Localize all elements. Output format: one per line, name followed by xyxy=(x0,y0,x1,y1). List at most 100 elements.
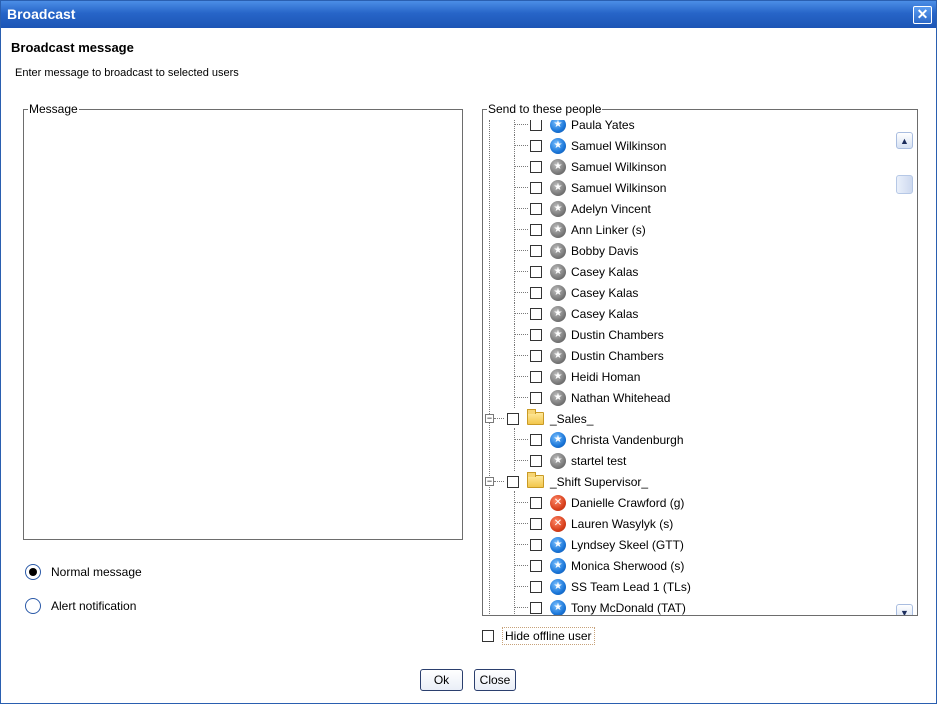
tree-connector xyxy=(514,145,528,146)
user-status-icon: ★ xyxy=(550,137,566,154)
checkbox[interactable] xyxy=(530,328,542,341)
checkbox[interactable] xyxy=(530,160,542,173)
user-row[interactable]: ★ Dustin Chambers xyxy=(530,324,664,345)
tree-connector xyxy=(514,292,528,293)
checkbox[interactable] xyxy=(530,370,542,383)
group-row[interactable]: _Sales_ xyxy=(507,408,593,429)
user-row[interactable]: ★ Adelyn Vincent xyxy=(530,198,651,219)
checkbox[interactable] xyxy=(507,412,519,425)
close-button[interactable]: Close xyxy=(474,669,516,691)
checkbox[interactable] xyxy=(530,559,542,572)
scroll-up-icon[interactable]: ▲ xyxy=(896,132,913,149)
user-name: Paula Yates xyxy=(571,120,635,132)
radio-button[interactable] xyxy=(25,564,41,580)
user-row[interactable]: ★ Monica Sherwood (s) xyxy=(530,555,684,576)
alert-notification-radio[interactable]: Alert notification xyxy=(25,598,136,614)
tree-connector xyxy=(514,229,528,230)
user-row[interactable]: ★ Lyndsey Skeel (GTT) xyxy=(530,534,684,555)
checkbox[interactable] xyxy=(530,244,542,257)
close-icon[interactable]: ✕ xyxy=(913,6,932,24)
checkbox[interactable] xyxy=(530,433,542,446)
tree-connector xyxy=(514,166,528,167)
user-status-icon: ★ xyxy=(550,536,566,553)
checkbox[interactable] xyxy=(482,630,494,642)
user-row[interactable]: ★ Casey Kalas xyxy=(530,303,638,324)
user-row[interactable]: ★ SS Team Lead 1 (TLs) xyxy=(530,576,691,597)
checkbox[interactable] xyxy=(530,120,542,131)
checkbox[interactable] xyxy=(530,517,542,530)
message-textarea[interactable] xyxy=(24,124,462,539)
user-row[interactable]: ★ Samuel Wilkinson xyxy=(530,156,666,177)
tree-guide-line xyxy=(514,596,515,615)
collapse-icon[interactable]: − xyxy=(485,414,494,423)
user-name: Heidi Homan xyxy=(571,369,641,384)
checkbox[interactable] xyxy=(530,307,542,320)
user-row[interactable]: ★ Paula Yates xyxy=(530,120,635,135)
group-row[interactable]: _Shift Supervisor_ xyxy=(507,471,648,492)
checkbox[interactable] xyxy=(530,349,542,362)
user-status-icon: ★ xyxy=(550,347,566,364)
user-row[interactable]: ★ startel test xyxy=(530,450,626,471)
tree-scrollbar[interactable]: ▲ ▼ xyxy=(894,120,916,615)
title-bar[interactable]: Broadcast ✕ xyxy=(1,1,936,28)
dialog-heading: Broadcast message xyxy=(11,40,134,55)
checkbox[interactable] xyxy=(530,454,542,467)
user-status-icon: ★ xyxy=(550,599,566,615)
checkbox[interactable] xyxy=(530,223,542,236)
checkbox[interactable] xyxy=(530,580,542,593)
user-name: Samuel Wilkinson xyxy=(571,180,667,195)
checkbox[interactable] xyxy=(530,181,542,194)
user-name: Samuel Wilkinson xyxy=(571,138,667,153)
broadcast-dialog: Broadcast ✕ Broadcast message Enter mess… xyxy=(0,0,937,704)
checkbox[interactable] xyxy=(530,286,542,299)
collapse-icon[interactable]: − xyxy=(485,477,494,486)
checkbox[interactable] xyxy=(530,139,542,152)
group-name: _Sales_ xyxy=(550,411,594,426)
normal-message-radio[interactable]: Normal message xyxy=(25,564,142,580)
tree-connector xyxy=(514,544,528,545)
user-row[interactable]: ★ Samuel Wilkinson xyxy=(530,177,666,198)
tree-connector xyxy=(514,250,528,251)
user-row[interactable]: ★ Heidi Homan xyxy=(530,366,640,387)
user-row[interactable]: ✕ Danielle Crawford (g) xyxy=(530,492,684,513)
user-row[interactable]: ★ Nathan Whitehead xyxy=(530,387,670,408)
user-row[interactable]: ✕ Lauren Wasylyk (s) xyxy=(530,513,673,534)
ok-button[interactable]: Ok xyxy=(420,669,463,691)
user-name: Lyndsey Skeel (GTT) xyxy=(571,537,684,552)
user-name: Dustin Chambers xyxy=(571,348,664,363)
user-name: Nathan Whitehead xyxy=(571,390,671,405)
tree-connector xyxy=(514,187,528,188)
user-row[interactable]: ★ Christa Vandenburgh xyxy=(530,429,684,450)
user-name: startel test xyxy=(571,453,627,468)
checkbox[interactable] xyxy=(507,475,519,488)
user-row[interactable]: ★ Bobby Davis xyxy=(530,240,638,261)
user-row[interactable]: ★ Ann Linker (s) xyxy=(530,219,646,240)
folder-icon xyxy=(527,472,544,488)
user-name: Monica Sherwood (s) xyxy=(571,558,685,573)
user-name: Christa Vandenburgh xyxy=(571,432,684,447)
user-name: Samuel Wilkinson xyxy=(571,159,667,174)
user-name: Adelyn Vincent xyxy=(571,201,651,216)
user-status-icon: ★ xyxy=(550,557,566,574)
user-row[interactable]: ★ Dustin Chambers xyxy=(530,345,664,366)
checkbox[interactable] xyxy=(530,391,542,404)
user-row[interactable]: ★ Samuel Wilkinson xyxy=(530,135,666,156)
user-name: Bobby Davis xyxy=(571,243,639,258)
user-row[interactable]: ★ Casey Kalas xyxy=(530,282,638,303)
checkbox[interactable] xyxy=(530,538,542,551)
scroll-down-icon[interactable]: ▼ xyxy=(896,604,913,615)
user-name: Dustin Chambers xyxy=(571,327,664,342)
recipients-legend: Send to these people xyxy=(488,102,602,116)
recipients-tree[interactable]: ★ Paula Yates ★ Samuel Wilkinson ★ Samuel Wil… xyxy=(483,120,883,615)
radio-button[interactable] xyxy=(25,598,41,614)
checkbox[interactable] xyxy=(530,202,542,215)
hide-offline-checkbox[interactable]: Hide offline user xyxy=(482,627,595,645)
user-status-icon: ★ xyxy=(550,578,566,595)
user-row[interactable]: ★ Tony McDonald (TAT) xyxy=(530,597,686,615)
scroll-thumb[interactable] xyxy=(896,175,913,194)
checkbox[interactable] xyxy=(530,265,542,278)
checkbox[interactable] xyxy=(530,496,542,509)
user-name: Tony McDonald (TAT) xyxy=(571,600,686,615)
user-row[interactable]: ★ Casey Kalas xyxy=(530,261,638,282)
checkbox[interactable] xyxy=(530,601,542,614)
